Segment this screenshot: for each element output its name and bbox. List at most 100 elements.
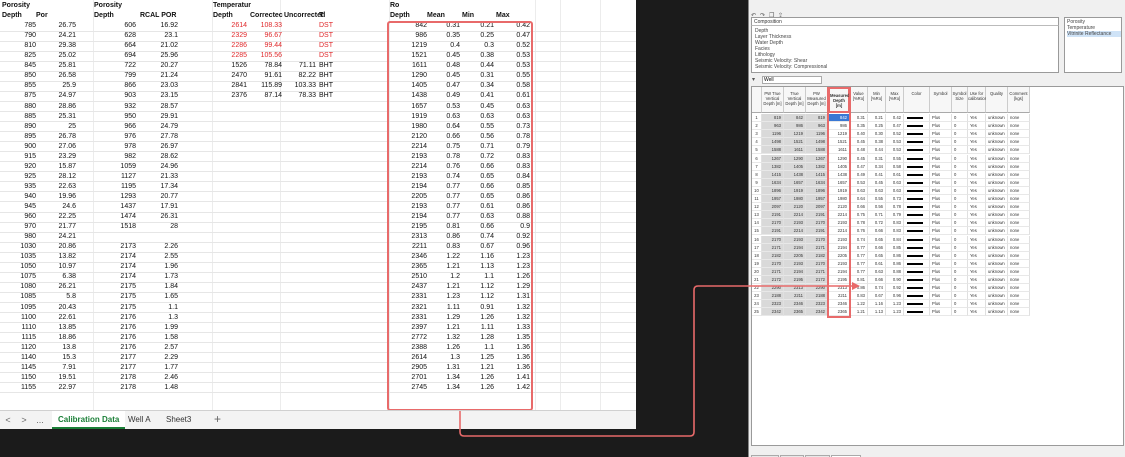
table-cell[interactable]: Yes [968,219,986,228]
color-swatch-cell[interactable] [904,251,930,260]
table-cell[interactable]: 2290 [806,284,828,293]
color-swatch-cell[interactable] [904,211,930,220]
table-cell[interactable]: none [1008,114,1030,123]
table-cell[interactable]: Yes [968,284,986,293]
table-cell[interactable]: 0.31 [868,154,886,163]
sheet-cell[interactable]: 22.25 [36,212,76,222]
table-cell[interactable]: 0.65 [868,251,886,260]
table-cell[interactable]: unknown [986,170,1008,179]
table-cell[interactable]: 0.66 [868,243,886,252]
sheet-cell[interactable]: 1120 [10,343,36,353]
table-cell[interactable]: 2170 [806,259,828,268]
table-column-header[interactable]: Symbol [930,87,952,113]
column-header-cell[interactable]: Por [36,11,48,21]
color-swatch-cell[interactable] [904,203,930,212]
sheet-cell[interactable]: 24.79 [140,122,178,132]
table-cell[interactable]: 0.77 [850,259,868,268]
table-cell[interactable]: Plus [930,170,952,179]
table-cell[interactable]: 0.53 [850,178,868,187]
sheet-cell[interactable]: 628 [94,31,136,41]
table-cell[interactable]: 842 [828,114,850,123]
table-cell[interactable]: 0.31 [850,114,868,123]
table-cell[interactable]: 2188 [762,292,784,301]
color-swatch-cell[interactable] [904,292,930,301]
sheet-cell[interactable]: 1437 [94,202,136,212]
sheet-cell[interactable]: 24.96 [140,162,178,172]
table-column-header[interactable]: PW Measured Depth [m] [806,87,828,113]
row-number[interactable]: 20 [752,267,762,276]
color-swatch-cell[interactable] [904,308,930,317]
table-cell[interactable]: unknown [986,284,1008,293]
table-cell[interactable]: none [1008,154,1030,163]
sheet-cell[interactable]: 2285 [213,51,247,61]
sheet-cell[interactable]: 866 [94,81,136,91]
table-cell[interactable]: 0.65 [868,235,886,244]
table-cell[interactable]: none [1008,284,1030,293]
sheet-cell[interactable]: 23.03 [140,81,178,91]
sheet-cell[interactable]: 1115 [10,333,36,343]
table-cell[interactable]: Plus [930,267,952,276]
table-cell[interactable]: 0 [952,154,968,163]
table-column-header[interactable]: Min [%Ro] [868,87,886,113]
table-cell[interactable]: 2188 [806,292,828,301]
table-cell[interactable]: 0.86 [886,259,904,268]
sheet-cell[interactable]: 1100 [10,313,36,323]
sheet-cell[interactable]: 722 [94,61,136,71]
table-cell[interactable]: 2191 [806,227,828,236]
sheet-nav-prev-icon[interactable]: < [2,414,14,426]
table-cell[interactable]: none [1008,122,1030,131]
table-cell[interactable]: 0.74 [868,284,886,293]
table-cell[interactable]: 2365 [828,308,850,317]
table-cell[interactable]: Yes [968,186,986,195]
sheet-cell[interactable]: 1110 [10,323,36,333]
table-cell[interactable]: 1657 [784,178,806,187]
table-cell[interactable]: 0 [952,292,968,301]
table-cell[interactable]: Yes [968,227,986,236]
sheet-cell[interactable]: 950 [94,112,136,122]
color-swatch-cell[interactable] [904,276,930,285]
table-cell[interactable]: none [1008,170,1030,179]
table-cell[interactable]: 0 [952,138,968,147]
sheet-cell[interactable]: 19.51 [36,373,76,383]
sheet-cell[interactable]: 1075 [10,272,36,282]
table-cell[interactable]: none [1008,146,1030,155]
table-cell[interactable]: 0.42 [886,114,904,123]
sheet-cell[interactable]: 790 [10,31,36,41]
table-cell[interactable]: 1521 [784,138,806,147]
table-cell[interactable]: none [1008,267,1030,276]
table-cell[interactable]: 1657 [828,178,850,187]
table-cell[interactable]: unknown [986,211,1008,220]
sheet-cell[interactable]: 28 [140,222,178,232]
table-cell[interactable]: 1980 [784,195,806,204]
sheet-cell[interactable]: 15.87 [36,162,76,172]
color-swatch-cell[interactable] [904,243,930,252]
table-cell[interactable]: 0.96 [886,292,904,301]
table-cell[interactable]: 842 [784,114,806,123]
table-cell[interactable]: 1415 [762,170,784,179]
table-cell[interactable]: 2211 [828,292,850,301]
sheet-cell[interactable]: 1.84 [140,282,178,292]
sheet-cell[interactable]: 976 [94,132,136,142]
table-cell[interactable]: none [1008,203,1030,212]
table-cell[interactable]: 2193 [828,259,850,268]
table-cell[interactable]: Plus [930,219,952,228]
table-cell[interactable]: 2290 [762,284,784,293]
table-cell[interactable]: 1611 [784,146,806,155]
table-cell[interactable]: 0.47 [886,122,904,131]
table-cell[interactable]: unknown [986,308,1008,317]
table-cell[interactable]: 2323 [806,300,828,309]
sheet-cell[interactable]: 1150 [10,373,36,383]
color-swatch-cell[interactable] [904,195,930,204]
sheet-cell[interactable]: 91.61 [250,71,282,81]
table-column-header[interactable]: Max [%Ro] [886,87,904,113]
table-cell[interactable]: 0 [952,219,968,228]
table-cell[interactable]: unknown [986,114,1008,123]
table-cell[interactable]: Yes [968,170,986,179]
table-cell[interactable]: 0.61 [868,259,886,268]
sheet-cell[interactable] [284,21,316,31]
table-cell[interactable]: 0 [952,276,968,285]
table-cell[interactable]: 2214 [828,227,850,236]
sheet-cell[interactable]: 1059 [94,162,136,172]
sheet-cell[interactable]: BHT [319,71,335,81]
table-cell[interactable]: unknown [986,300,1008,309]
